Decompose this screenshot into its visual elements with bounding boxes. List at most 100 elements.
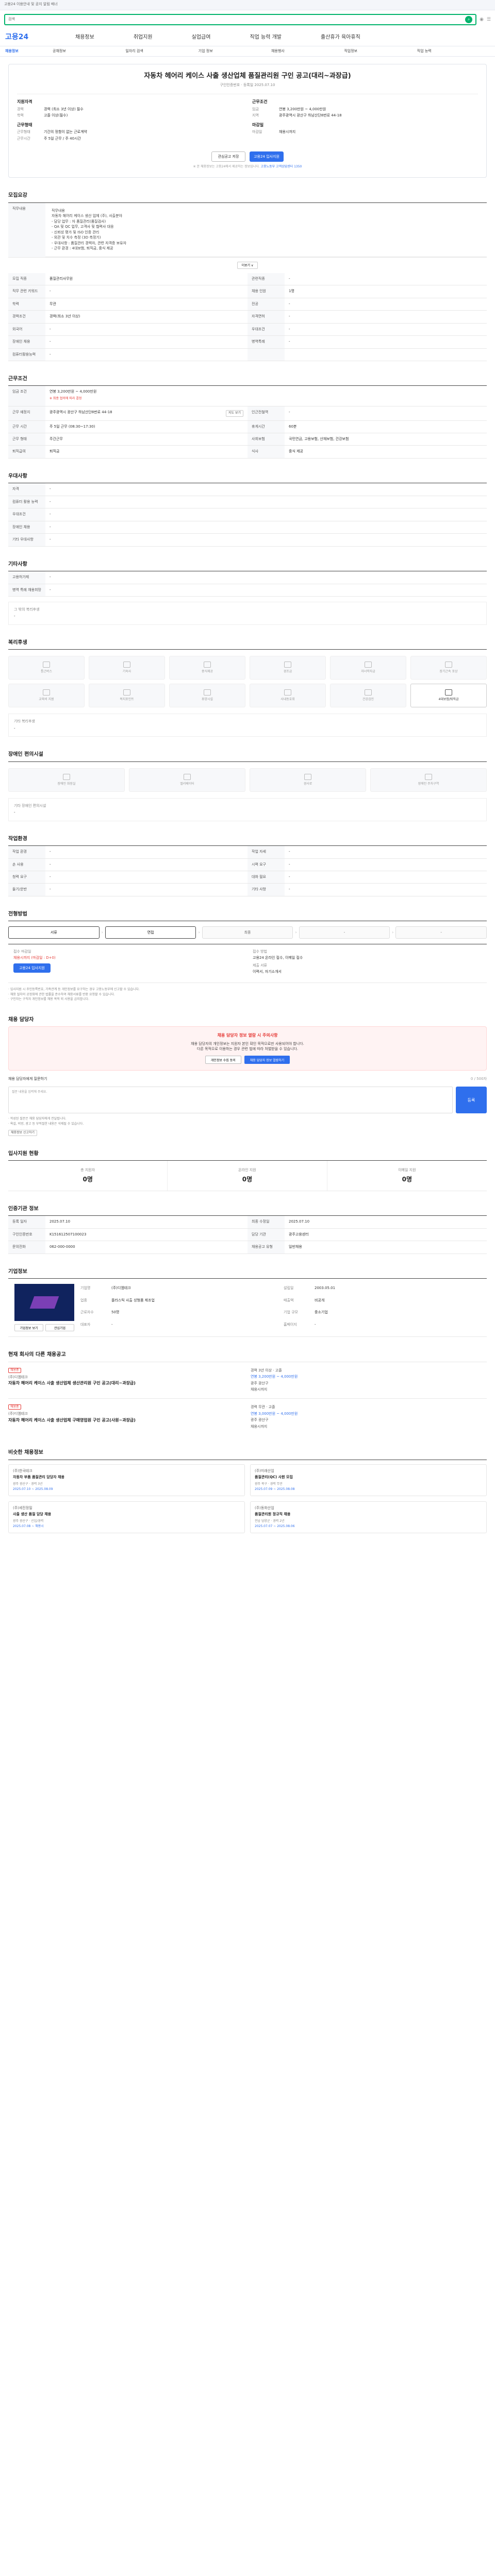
consent-button[interactable]: 개인정보 수집 동의 [205,1056,241,1064]
facility-card: 장애인 화장실 [8,768,125,792]
menu-icon[interactable]: ☰ [487,16,491,23]
notice-link[interactable]: 고용노동부 고객상담센터 1350 [261,165,302,168]
lnb-item-4[interactable]: 채용행사 [271,49,344,54]
lnb-item-1[interactable]: 공채정보 [53,49,125,54]
row-key: 우대조건 [248,323,285,336]
gnb-item-leave[interactable]: 출산휴가 육아휴직 [321,34,360,41]
gnb-item-unemployment[interactable]: 실업급여 [192,34,211,41]
job-description: 직무내용 자동차 헤어리 케이스 생산 업체 (주), 사출분야 - 담당 업무… [45,203,487,257]
rec-company: (주)미래산업 [255,1468,274,1473]
search-placeholder: 검색 [8,17,15,22]
rec-company: (주)세진정밀 [13,1506,32,1510]
search-input[interactable]: 검색 ⌕ [4,14,477,25]
scrap-button[interactable]: 관심공고 저장 [211,151,245,162]
worktype-heading: 근무형태 [17,122,32,127]
more-button[interactable]: 더보기 ∨ [237,261,258,269]
hrow-value: 경력 (최소 3년 이상) 필수 [44,107,84,111]
recommend-card[interactable]: (주)한국테크 자동차 부품 품질관리 담당자 채용 광주 광산구 · 경력 3년 2… [8,1464,245,1496]
lnb-item-0[interactable]: 채용정보 [5,49,53,54]
recommend-card[interactable]: (주)세진정밀 사출 생산 품질 담당 채용 광주 광산구 · 신입/경력 2025.… [8,1501,245,1534]
search-icon[interactable]: ⌕ [465,16,473,23]
search-row: 검색 ⌕ ◉ ☰ [0,10,495,29]
gnb-item-support[interactable]: 취업지원 [134,34,153,41]
benefit-icon [43,689,50,696]
row-value: 광주광역시 광산구 하남산단8번로 44-18 [50,410,112,415]
question-textarea[interactable]: 질문 내용을 입력해 주세요. [8,1087,453,1114]
local-nav: 채용정보 공채정보 일자리 검색 기업 정보 채용행사 직업정보 직업 능력 [0,46,495,57]
benefit-card: 자녀학자금 [330,656,406,680]
user-icon[interactable]: ◉ [480,16,484,23]
row-value: 주간근무 [50,437,63,442]
related-job-card[interactable]: 채용중 (주)디엠테크 자동차 헤어리 케이스 사출 생산업체 생산관리원 구인… [8,1361,487,1398]
row-key: 우대조건 [8,509,45,521]
row-value: - [289,314,290,319]
company-logo [14,1284,74,1321]
recommend-card[interactable]: (주)동화산업 품질관리원 정규직 채용 전남 담양군 · 경력 2년 2025.07… [250,1501,487,1534]
rec-title[interactable]: 자동차 부품 품질관리 담당자 채용 [13,1475,240,1480]
lnb-item-5[interactable]: 직업정보 [344,49,417,54]
map-button[interactable]: 지도 보기 [226,410,243,417]
process-step: - [299,926,390,939]
job-title-link[interactable]: 자동차 헤어리 케이스 사출 생산업체 구매영업원 구인 공고(사원~과장급) [8,1418,244,1423]
site-logo[interactable]: 고용24 [5,32,36,42]
apply-deadline: 채용시까지 (마감일 : D+0) [13,955,56,960]
hrow-key: 임금 [252,107,259,111]
section-title: 입사지원 현황 [8,1150,39,1157]
row-key: 근무 예정지 [8,406,45,420]
row-key: 근무 시간 [8,420,45,433]
company-info-button[interactable]: 기업정보 보기 [14,1324,43,1332]
job-title-link[interactable]: 자동차 헤어리 케이스 사출 생산업체 생산관리원 구인 공고(대리~과장급) [8,1381,244,1386]
apply-online-button[interactable]: 고용24 입사지원 [13,963,51,973]
apply-button[interactable]: 고용24 입사지원 [250,151,284,162]
company-section: 기업정보 기업정보 보기 관심기업 기업명 (주)디엠테크 설립일 2003.05.0… [8,1268,487,1337]
disability-section: 장애인 편의시설 장애인 화장실 엘리베이터 경사로 장애인 주차구역 기타 장… [8,751,487,821]
facility-card: 엘리베이터 [129,768,245,792]
elevator-icon [184,773,191,780]
benefit-card: 복지포인트 [89,684,165,708]
rec-title[interactable]: 품질관리(QC) 사원 모집 [255,1475,482,1480]
row-value: 품질관리사무원 [50,276,73,281]
gnb-item-training[interactable]: 직업 능력 개발 [250,34,282,41]
row-value: - [289,340,290,344]
qna-section: 채용 담당자 채용 담당자 정보 열람 시 주의사항 채용 담당자의 개인정보는… [8,1016,487,1136]
stats-section: 입사지원 현황 총 지원자 0명 온라인 지원 0명 이메일 지원 0명 [8,1150,487,1191]
row-value: - [50,874,51,879]
benefit-icon [204,662,211,668]
row-value: 2025.07.10 [50,1219,71,1224]
lnb-item-2[interactable]: 일자리 검색 [125,49,198,54]
rec-company: (주)한국테크 [13,1468,32,1473]
stat-value: 0명 [82,1175,93,1183]
section-title: 복리후생 [8,639,27,646]
benefit-label: 4대보험/퇴직금 [438,698,459,702]
stat-item: 총 지원자 0명 [8,1161,168,1191]
related-job-card[interactable]: 채용중 (주)디엠테크 자동차 헤어리 케이스 사출 생산업체 구매영업원 구인… [8,1398,487,1435]
row-key: 퇴직급여 [8,446,45,458]
view-contact-button[interactable]: 채용 담당자 정보 열람하기 [244,1056,290,1064]
conditions-section: 근무조건 임금 조건 연봉 3,200만원 ~ 4,000만원 ※ 최종 협의에 … [8,376,487,459]
recommend-card[interactable]: (주)미래산업 품질관리(QC) 사원 모집 광주 북구 · 경력 무관 2025.0… [250,1464,487,1496]
rec-title[interactable]: 사출 생산 품질 담당 채용 [13,1512,240,1517]
report-button[interactable]: 채용정보 신고하기 [8,1129,38,1136]
favorite-company-button[interactable]: 관심기업 [45,1324,74,1332]
rec-meta: 광주 광산구 · 경력 3년 [13,1482,43,1486]
lnb-item-3[interactable]: 기업 정보 [199,49,271,54]
row-key: 작업 환경 [8,846,45,858]
row-value: - [289,410,290,415]
rec-meta: 전남 담양군 · 경력 2년 [255,1519,285,1523]
apply-docs: 이력서, 자기소개서 [253,969,282,974]
recruit-section: 모집요강 직무내용 직무내용 자동차 헤어리 케이스 생산 업체 (주), 사출… [8,192,487,361]
stat-label: 온라인 지원 [238,1168,256,1173]
gnb-item-jobs[interactable]: 채용정보 [75,34,94,41]
question-submit-button[interactable]: 등록 [456,1087,487,1114]
lnb-item-6[interactable]: 직업 능력 [417,49,490,54]
rec-title[interactable]: 품질관리원 정규직 채용 [255,1512,482,1517]
benefit-label: 기숙사 [122,670,131,674]
row-key: 자격면허 [248,311,285,323]
row-value: - [50,352,51,357]
benefit-card: 장기근속 포상 [410,656,487,680]
benefit-label: 복지포인트 [120,698,134,702]
row-key: 최종 수정일 [248,1216,285,1228]
question-notes: · 작성된 질문은 채용 담당자에게 전달됩니다. · 욕설, 비방, 광고 등… [8,1116,487,1126]
step-arrow-icon: › [198,929,200,935]
row-value: - [50,575,51,580]
